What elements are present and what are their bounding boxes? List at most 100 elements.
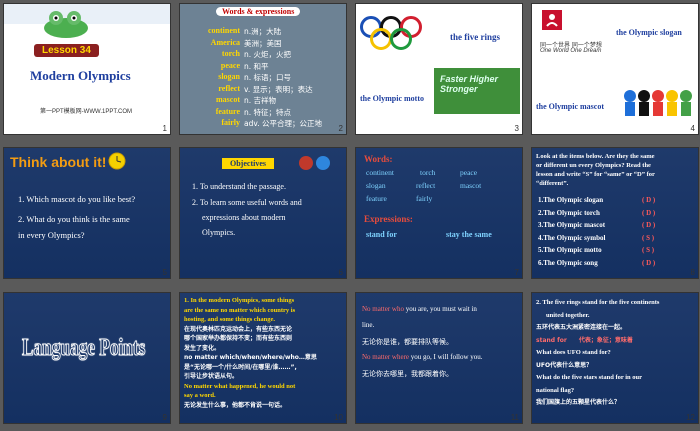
slide-thumbnail-11[interactable]: No matter who you are, you must wait in …: [355, 292, 523, 424]
slide-thumbnail-3[interactable]: the five rings Faster Higher Stronger th…: [355, 3, 523, 135]
section-header: Words & expressions: [216, 7, 301, 16]
answer-value: ( S ): [642, 233, 655, 242]
answer-item: 4.The Olympic symbol: [538, 233, 606, 242]
answer-item: 3.The Olympic mascot: [538, 221, 606, 229]
slide-thumbnail-4[interactable]: 同一个世界 同一个梦想 One World One Dream the Olym…: [531, 3, 699, 135]
text-line: national flag?: [536, 386, 575, 394]
text-line: united together.: [546, 311, 590, 319]
slide-thumbnail-9[interactable]: Language Points 9: [3, 292, 171, 424]
vocab-row: torch n. 火炬，火把: [182, 49, 346, 61]
vocab-word: reflect: [218, 83, 240, 93]
text-line: no matter which/when/where/who…意思: [184, 354, 317, 361]
text-line: are the same no matter which country is: [184, 306, 296, 314]
text-line: 是“无论哪一个/什么时间/在哪里/谁……”,: [184, 363, 297, 371]
vocab-row: slogan n. 标语；口号: [182, 72, 346, 84]
vocab-word: mascot: [216, 95, 240, 104]
slide-number: 5: [162, 268, 167, 277]
motto-image: Faster Higher Stronger: [434, 68, 520, 114]
instruction-line: lesson and write “S” for “same” or “D” f…: [536, 171, 655, 178]
slide-number: 2: [338, 124, 343, 133]
example-2-translation: 无论你去哪里，我都跟着你。: [362, 370, 453, 378]
words-label: Words:: [364, 154, 393, 164]
answer-item: 1.The Olympic slogan: [538, 196, 604, 204]
vocab-word: America: [210, 37, 240, 47]
vocab-meaning: n. 特征；特点: [244, 107, 292, 117]
slogan-en: One World One Dream: [540, 48, 602, 54]
slide-thumbnail-7[interactable]: Words: continent torch peace slogan refl…: [355, 147, 523, 279]
text-line: 我们国旗上的五颗星代表什么？: [536, 399, 621, 406]
slide-number: 8: [690, 268, 695, 277]
example-1-cont: line.: [362, 321, 375, 329]
answer-row: 4.The Olympic symbol ( S ): [538, 234, 688, 247]
text-line: say a word.: [184, 392, 216, 399]
text-line: 引导让步状语从句。: [184, 373, 239, 380]
explanation-text: 1. In the modern Olympics, some things ar…: [184, 296, 346, 410]
fuwa-mascots-icon: [624, 90, 692, 116]
motto-label: the Olympic motto: [360, 94, 424, 103]
vocab-meaning: n. 标语；口号: [244, 73, 292, 82]
answer-row: 6.The Olympic song ( D ): [538, 259, 688, 272]
vocab-meaning: n. 吉祥物: [244, 96, 277, 105]
instruction-line: “different”.: [536, 180, 569, 187]
slide-number: 3: [514, 124, 519, 133]
word-feature: feature: [366, 194, 387, 203]
instruction-line: or different un every Olympics? Read the: [536, 162, 651, 169]
word-slogan: slogan: [366, 181, 386, 190]
answer-row: 3.The Olympic mascot ( D ): [538, 221, 688, 234]
objective-2-end: Olympics.: [202, 228, 236, 237]
text-line: stand for 代表；象征；意味着: [536, 336, 633, 344]
word-mascot: mascot: [460, 181, 482, 190]
answer-value: ( D ): [642, 208, 656, 217]
clock-icon: [108, 152, 126, 170]
slide-thumbnail-12[interactable]: 2. The five rings stand for the five con…: [531, 292, 699, 424]
slide-thumbnail-6[interactable]: Objectives 1. To understand the passage.…: [179, 147, 347, 279]
text-line: 发生了变化。: [184, 344, 221, 352]
slogan-label: the Olympic slogan: [616, 28, 682, 37]
instruction-line: Look at the items below. Are they the sa…: [536, 153, 655, 160]
slide-thumbnail-2[interactable]: Words & expressions continent n.洲；大陆 Ameri…: [179, 3, 347, 135]
word-torch: torch: [420, 168, 436, 177]
slide-number: 10: [334, 413, 343, 422]
word-reflect: reflect: [416, 181, 436, 190]
answer-item: 2.The Olympic torch: [538, 208, 600, 217]
slide-thumbnail-8[interactable]: Look at the items below. Are they the sa…: [531, 147, 699, 279]
vocab-meaning: 美洲；美国: [244, 38, 282, 48]
vocab-meaning: n.洲；大陆: [244, 27, 282, 36]
lesson-badge: Lesson 34: [34, 44, 99, 57]
vocab-meaning: n. 和平: [244, 61, 269, 71]
slide-thumbnail-1[interactable]: Lesson 34 Modern Olympics 第一PPT模板网-WWW.1…: [3, 3, 171, 135]
vocab-meaning: n. 火炬，火把: [244, 50, 292, 59]
credit-text: 第一PPT模板网-WWW.1PPT.COM: [40, 109, 132, 115]
slide-number: 12: [686, 413, 695, 422]
vocab-word: torch: [221, 49, 240, 58]
objective-2: 2. To learn some useful words and: [192, 198, 302, 207]
example-1-translation: 无论你是谁，都要排队等候。: [362, 338, 453, 346]
vocab-word: continent: [208, 26, 240, 35]
text-line: 2. The five rings stand for the five con…: [536, 299, 660, 306]
slide-title: Think about it!: [10, 154, 107, 170]
vocab-meaning: v. 显示；表明；表达: [244, 84, 313, 94]
text-line: UFO代表什么意思？: [536, 361, 593, 369]
answer-item: 6.The Olympic song: [538, 258, 598, 267]
slide-thumbnail-5[interactable]: Think about it! 1. Which mascot do you l…: [3, 147, 171, 279]
vocab-row: continent n.洲；大陆: [182, 26, 346, 38]
slide-title: Language Points: [22, 335, 146, 362]
vocab-row: peace n. 和平: [182, 61, 346, 73]
slide-number: 11: [510, 413, 519, 422]
answer-value: ( S ): [642, 246, 655, 254]
answer-row: 1.The Olympic slogan ( D ): [538, 196, 688, 209]
text-line: No matter what happened, he would not: [184, 382, 296, 390]
example-1: No matter who you are, you must wait in: [362, 305, 477, 313]
books-icon: [299, 156, 330, 170]
explanation-text: 2. The five rings stand for the five con…: [536, 297, 698, 410]
text-line: 无论发生什么事，他都不肯说一句话。: [184, 401, 287, 409]
slide-thumbnail-10[interactable]: 1. In the modern Olympics, some things ar…: [179, 292, 347, 424]
frog-mascot-icon: [44, 11, 88, 38]
objective-1: 1. To understand the passage.: [192, 182, 286, 191]
vocab-row: America 美洲；美国: [182, 38, 346, 50]
slide-number: 6: [338, 268, 343, 277]
instructions: Look at the items below. Are they the sa…: [536, 152, 655, 188]
expressions-label: Expressions:: [364, 214, 413, 224]
example-2-rest: you go, I will follow you.: [409, 353, 483, 361]
rings-label: the five rings: [450, 32, 500, 42]
